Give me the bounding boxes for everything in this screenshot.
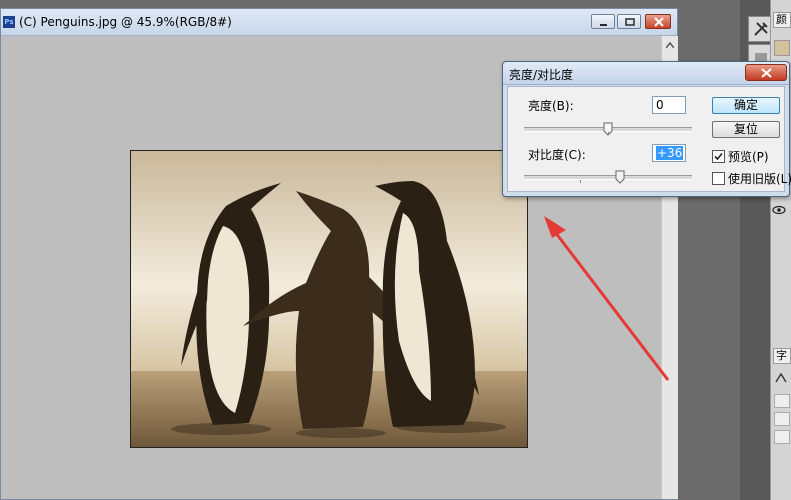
minimize-button[interactable] bbox=[591, 14, 615, 29]
panel-row[interactable] bbox=[774, 412, 790, 426]
minimize-icon bbox=[600, 24, 607, 26]
color-swatch[interactable] bbox=[774, 40, 790, 56]
legacy-checkbox-box[interactable] bbox=[712, 172, 725, 185]
maximize-button[interactable] bbox=[617, 14, 641, 29]
contrast-input[interactable]: +36 bbox=[652, 144, 686, 162]
contrast-label: 对比度(C): bbox=[528, 148, 586, 162]
dialog-body: 亮度(B): 0 对比度(C): +36 确定 复位 预览(P) 使用旧版(L) bbox=[507, 86, 791, 192]
character-panel-tab[interactable]: 字 bbox=[773, 348, 791, 364]
close-icon bbox=[654, 17, 664, 27]
photoshop-icon: Ps bbox=[3, 16, 15, 28]
contrast-slider-thumb[interactable] bbox=[615, 170, 625, 184]
document-titlebar[interactable]: Ps (C) Penguins.jpg @ 45.9%(RGB/8#) bbox=[1, 9, 677, 36]
legacy-label: 使用旧版(L) bbox=[728, 172, 791, 186]
document-title: (C) Penguins.jpg @ 45.9%(RGB/8#) bbox=[19, 15, 232, 29]
text-tool-icon[interactable] bbox=[774, 372, 788, 387]
slider-tick bbox=[580, 180, 581, 183]
restore-icon bbox=[625, 18, 635, 26]
dialog-title: 亮度/对比度 bbox=[509, 68, 574, 82]
panel-row[interactable] bbox=[774, 430, 790, 444]
dialog-titlebar[interactable]: 亮度/对比度 bbox=[503, 62, 789, 85]
contrast-slider[interactable] bbox=[524, 170, 692, 184]
close-button[interactable] bbox=[645, 14, 671, 29]
brightness-slider[interactable] bbox=[524, 122, 692, 136]
penguins-image[interactable] bbox=[130, 150, 528, 448]
legacy-checkbox[interactable]: 使用旧版(L) bbox=[712, 170, 791, 187]
brightness-label: 亮度(B): bbox=[528, 99, 574, 113]
checkmark-icon bbox=[714, 152, 723, 161]
scroll-up-icon[interactable] bbox=[666, 42, 674, 48]
brightness-contrast-dialog: 亮度/对比度 亮度(B): 0 对比度(C): +36 确定 复位 预览(P) … bbox=[502, 61, 791, 197]
color-panel-tab[interactable]: 颜 bbox=[773, 12, 791, 28]
eye-icon[interactable] bbox=[772, 204, 786, 218]
slider-tick bbox=[608, 132, 609, 135]
close-icon bbox=[761, 68, 772, 78]
preview-checkbox[interactable]: 预览(P) bbox=[712, 148, 769, 165]
brightness-input[interactable]: 0 bbox=[652, 96, 686, 114]
contrast-value-selected: +36 bbox=[656, 146, 684, 160]
panel-row[interactable] bbox=[774, 394, 790, 408]
reset-button[interactable]: 复位 bbox=[712, 121, 780, 138]
dialog-close-button[interactable] bbox=[745, 64, 787, 81]
ok-button[interactable]: 确定 bbox=[712, 97, 780, 114]
preview-label: 预览(P) bbox=[728, 150, 769, 164]
preview-checkbox-box[interactable] bbox=[712, 150, 725, 163]
